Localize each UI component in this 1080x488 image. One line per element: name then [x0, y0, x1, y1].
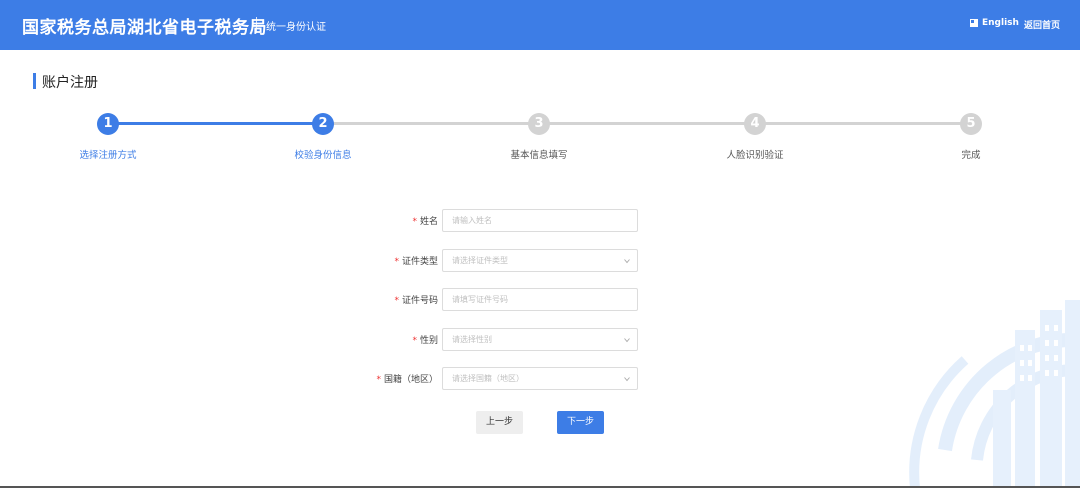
name-input[interactable] — [442, 209, 638, 232]
chevron-down-icon — [624, 338, 630, 343]
gender-select[interactable]: 请选择性别 — [442, 328, 638, 351]
step-2-circle: 2 — [312, 113, 334, 135]
step-1-circle: 1 — [97, 113, 119, 135]
id-number-row: * 证件号码 — [300, 288, 700, 311]
step-1-label: 选择注册方式 — [79, 150, 137, 161]
step-connector-2-5 — [322, 122, 972, 125]
step-5-circle: 5 — [960, 113, 982, 135]
step-2-label: 校验身份信息 — [294, 150, 352, 161]
id-type-select[interactable]: 请选择证件类型 — [442, 249, 638, 272]
required-mark: * — [412, 336, 417, 346]
name-label: * 姓名 — [412, 217, 438, 227]
tax-emblem-watermark-icon — [909, 300, 1080, 488]
nationality-select[interactable]: 请选择国籍（地区） — [442, 367, 638, 390]
id-type-label: * 证件类型 — [394, 257, 438, 267]
registration-stepper: 1 2 3 4 5 选择注册方式 校验身份信息 基本信息填写 人脸识别验证 完成 — [0, 0, 1080, 180]
step-4-circle: 4 — [744, 113, 766, 135]
id-type-row: * 证件类型 请选择证件类型 — [300, 249, 700, 272]
id-number-label: * 证件号码 — [394, 296, 438, 306]
chevron-down-icon — [624, 259, 630, 264]
gender-label: * 性别 — [412, 336, 438, 346]
id-type-placeholder: 请选择证件类型 — [452, 256, 508, 265]
step-4-label: 人脸识别验证 — [726, 150, 784, 161]
gender-row: * 性别 请选择性别 — [300, 328, 700, 351]
gender-placeholder: 请选择性别 — [452, 335, 492, 344]
next-step-button[interactable]: 下一步 — [557, 411, 604, 434]
required-mark: * — [394, 257, 399, 267]
id-number-input[interactable] — [442, 288, 638, 311]
nationality-label: * 国籍（地区） — [376, 375, 438, 385]
nationality-row: * 国籍（地区） 请选择国籍（地区） — [300, 367, 700, 390]
step-3-circle: 3 — [528, 113, 550, 135]
step-3-label: 基本信息填写 — [510, 150, 568, 161]
step-5-label: 完成 — [961, 150, 981, 161]
required-mark: * — [394, 296, 399, 306]
chevron-down-icon — [624, 377, 630, 382]
nationality-placeholder: 请选择国籍（地区） — [452, 374, 524, 383]
previous-step-button[interactable]: 上一步 — [476, 411, 523, 434]
required-mark: * — [376, 375, 381, 385]
name-row: * 姓名 — [300, 209, 700, 232]
step-connector-1-2 — [108, 122, 322, 125]
required-mark: * — [412, 217, 417, 227]
